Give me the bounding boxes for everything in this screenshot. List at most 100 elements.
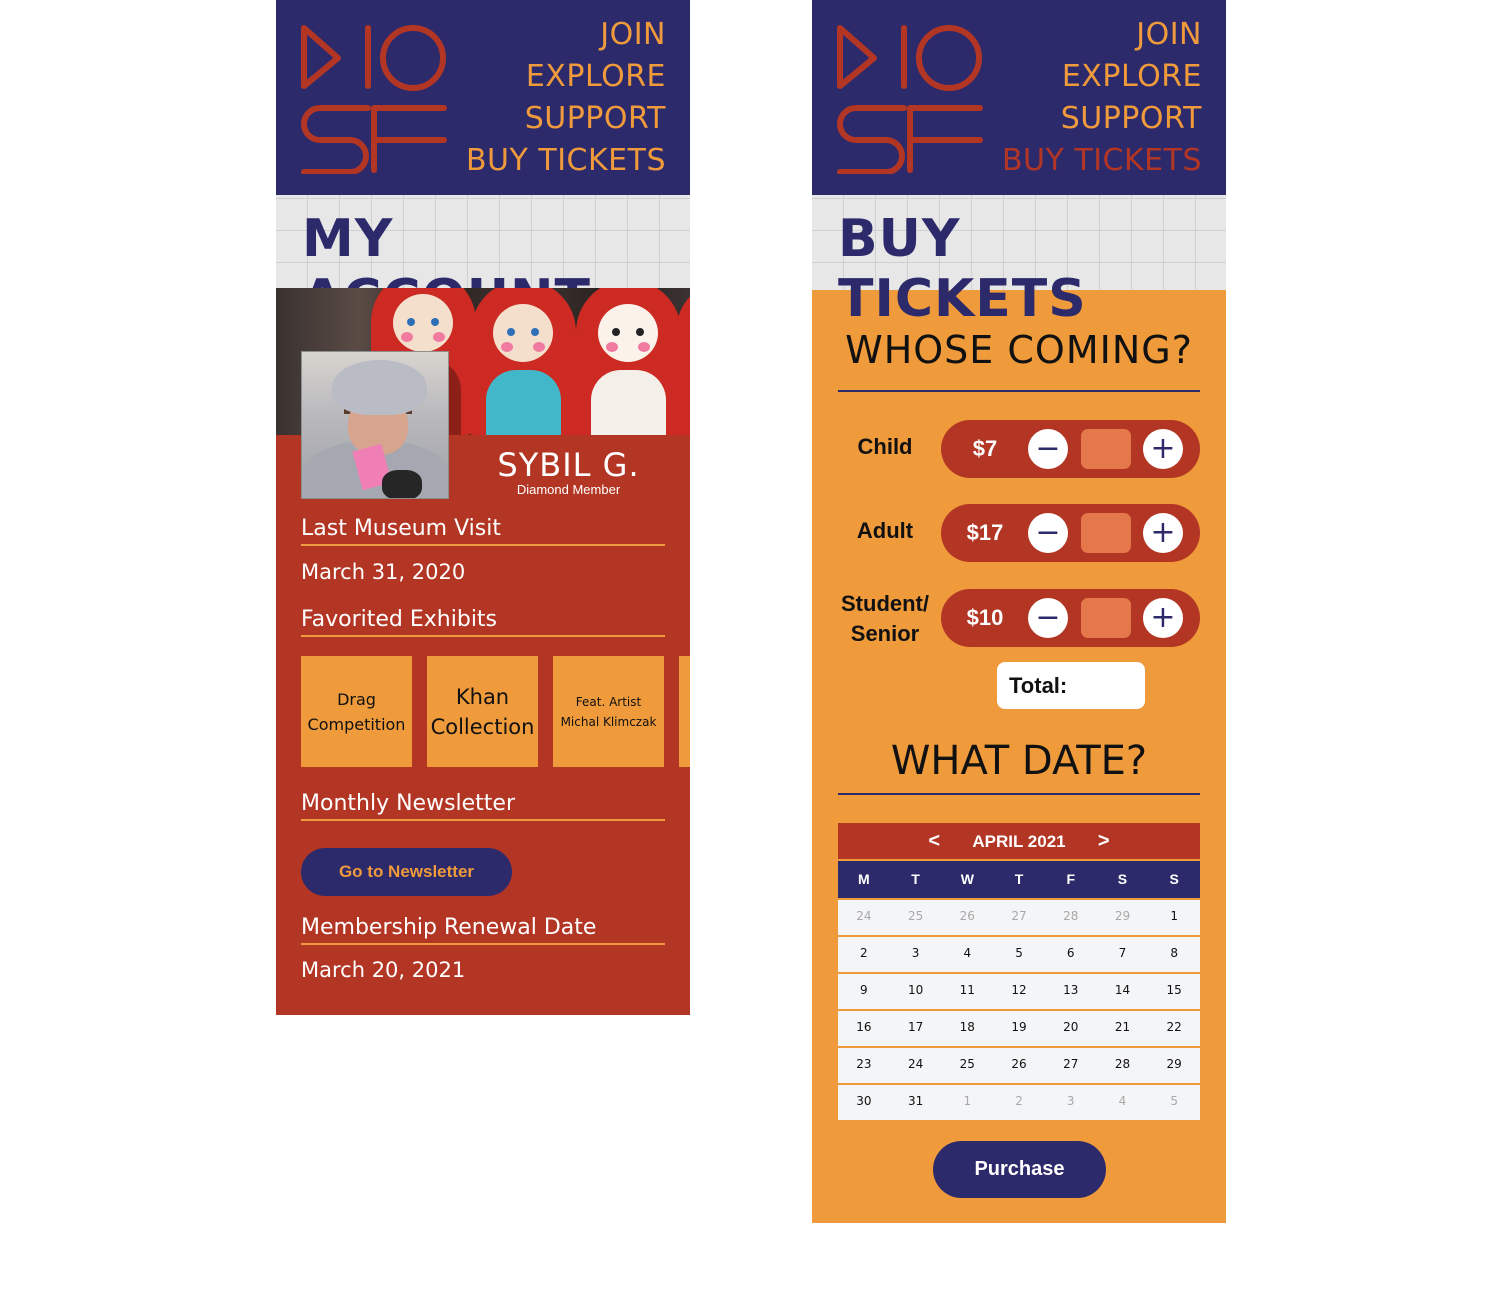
decrement-child-button[interactable]: − — [1028, 429, 1068, 469]
nav-support[interactable]: SUPPORT — [1002, 98, 1202, 140]
calendar-day-outside-month[interactable]: 5 — [1148, 1085, 1200, 1120]
calendar-day[interactable]: 26 — [993, 1048, 1045, 1083]
page-title: BUY TICKETS — [838, 209, 1087, 329]
calendar-day-outside-month[interactable]: 1 — [941, 1085, 993, 1120]
ticket-price: $10 — [966, 605, 1004, 630]
calendar-day[interactable]: 29 — [1148, 1048, 1200, 1083]
calendar-day[interactable]: 19 — [993, 1011, 1045, 1046]
nav-buy-tickets-active[interactable]: BUY TICKETS — [1002, 140, 1202, 182]
title-band: BUY TICKETS — [812, 195, 1226, 329]
exhibit-tile-khan-collection[interactable]: Khan Collection — [427, 656, 538, 767]
calendar-day[interactable]: 15 — [1148, 974, 1200, 1009]
calendar-day[interactable]: 17 — [890, 1011, 942, 1046]
increment-student-senior-button[interactable]: + — [1143, 598, 1183, 638]
increment-child-button[interactable]: + — [1143, 429, 1183, 469]
weekday-header: MTWTFSS — [838, 861, 1200, 898]
calendar-day[interactable]: 16 — [838, 1011, 890, 1046]
ticket-price: $7 — [972, 436, 998, 461]
calendar-grid: 24 25 26 27 28 29 1 2 3 4 5 6 7 8 9 10 11 12 13 14 15 16 17 18 1… — [838, 900, 1200, 1120]
calendar-week-row: 23 24 25 26 27 28 29 — [838, 1048, 1200, 1083]
calendar-day-outside-month[interactable]: 24 — [838, 900, 890, 935]
calendar-day[interactable]: 25 — [941, 1048, 993, 1083]
decrement-adult-button[interactable]: − — [1028, 513, 1068, 553]
calendar-day[interactable]: 8 — [1148, 937, 1200, 972]
exhibit-tile-partial[interactable] — [679, 656, 690, 767]
nav-buy-tickets[interactable]: BUY TICKETS — [466, 140, 666, 182]
calendar-day-outside-month[interactable]: 4 — [1097, 1085, 1149, 1120]
calendar-day[interactable]: 3 — [890, 937, 942, 972]
calendar-day[interactable]: 6 — [1045, 937, 1097, 972]
calendar-day[interactable]: 9 — [838, 974, 890, 1009]
mosf-logo[interactable] — [836, 24, 986, 174]
ticket-price: $17 — [966, 520, 1004, 545]
calendar-day[interactable]: 20 — [1045, 1011, 1097, 1046]
calendar-day-outside-month[interactable]: 25 — [890, 900, 942, 935]
calendar-day[interactable]: 5 — [993, 937, 1045, 972]
calendar-day-outside-month[interactable]: 27 — [993, 900, 1045, 935]
calendar-day[interactable]: 30 — [838, 1085, 890, 1120]
nav-join[interactable]: JOIN — [1002, 14, 1202, 56]
calendar-week-row: 16 17 18 19 20 21 22 — [838, 1011, 1200, 1046]
nav-explore[interactable]: EXPLORE — [1002, 56, 1202, 98]
go-to-newsletter-button[interactable]: Go to Newsletter — [301, 848, 512, 896]
main-nav: JOIN EXPLORE SUPPORT BUY TICKETS — [466, 14, 666, 182]
favorite-exhibits-carousel[interactable]: Drag Competition Khan Collection Feat. Artis… — [301, 656, 690, 767]
calendar-day[interactable]: 2 — [838, 937, 890, 972]
calendar-day-outside-month[interactable]: 28 — [1045, 900, 1097, 935]
site-header: JOIN EXPLORE SUPPORT BUY TICKETS — [276, 0, 690, 195]
exhibit-tile-featured-artist[interactable]: Feat. Artist Michal Klimczak — [553, 656, 664, 767]
favorites-heading: Favorited Exhibits — [301, 607, 665, 637]
ticket-stepper-adult: $17 − + — [941, 504, 1200, 562]
nav-support[interactable]: SUPPORT — [466, 98, 666, 140]
mosf-logo[interactable] — [300, 24, 450, 174]
decrement-student-senior-button[interactable]: − — [1028, 598, 1068, 638]
ticket-stepper-student-senior: $10 − + — [941, 589, 1200, 647]
weekday-label: T — [911, 871, 920, 887]
calendar-day[interactable]: 27 — [1045, 1048, 1097, 1083]
calendar-day[interactable]: 18 — [941, 1011, 993, 1046]
calendar-day[interactable]: 31 — [890, 1085, 942, 1120]
quantity-input-child[interactable] — [1081, 429, 1131, 469]
calendar-day[interactable]: 10 — [890, 974, 942, 1009]
calendar-day-outside-month[interactable]: 29 — [1097, 900, 1149, 935]
calendar-day[interactable]: 24 — [890, 1048, 942, 1083]
weekday-label: T — [1014, 871, 1024, 887]
calendar-day[interactable]: 4 — [941, 937, 993, 972]
calendar-day[interactable]: 14 — [1097, 974, 1149, 1009]
nav-join[interactable]: JOIN — [466, 14, 666, 56]
quantity-input-student-senior[interactable] — [1081, 598, 1131, 638]
quantity-input-adult[interactable] — [1081, 513, 1131, 553]
doll-illustration — [471, 288, 576, 435]
calendar-month: APRIL 2021 — [972, 832, 1066, 851]
calendar-day[interactable]: 23 — [838, 1048, 890, 1083]
calendar-week-row: 2345678 — [838, 937, 1200, 972]
increment-adult-button[interactable]: + — [1143, 513, 1183, 553]
calendar-day[interactable]: 28 — [1097, 1048, 1149, 1083]
exhibit-tile-drag-competition[interactable]: Drag Competition — [301, 656, 412, 767]
calendar-day-outside-month[interactable]: 2 — [993, 1085, 1045, 1120]
main-nav: JOIN EXPLORE SUPPORT BUY TICKETS — [1002, 14, 1202, 182]
weekday-label: M — [858, 871, 870, 887]
whose-coming-heading: WHOSE COMING? — [845, 328, 1193, 372]
calendar-day[interactable]: 12 — [993, 974, 1045, 1009]
calendar-day-outside-month[interactable]: 26 — [941, 900, 993, 935]
last-visit-date: March 31, 2020 — [301, 560, 466, 584]
renewal-date: March 20, 2021 — [301, 958, 466, 982]
total-label: Total: — [1009, 673, 1068, 698]
purchase-button[interactable]: Purchase — [933, 1141, 1106, 1198]
prev-month-chevron-icon[interactable]: < — [914, 823, 954, 859]
calendar-week-row: 9 10 11 12 13 14 15 — [838, 974, 1200, 1009]
next-month-chevron-icon[interactable]: > — [1084, 823, 1124, 859]
calendar-day[interactable]: 21 — [1097, 1011, 1149, 1046]
what-date-heading: WHAT DATE? — [890, 738, 1148, 784]
calendar-day[interactable]: 13 — [1045, 974, 1097, 1009]
calendar-day[interactable]: 22 — [1148, 1011, 1200, 1046]
nav-explore[interactable]: EXPLORE — [466, 56, 666, 98]
ticket-label-child: Child — [857, 434, 913, 459]
calendar-day[interactable]: 7 — [1097, 937, 1149, 972]
calendar-day[interactable]: 11 — [941, 974, 993, 1009]
doll-illustration — [676, 288, 690, 435]
buy-tickets-screen: JOIN EXPLORE SUPPORT BUY TICKETS BUY TIC… — [812, 0, 1226, 1223]
calendar-day[interactable]: 1 — [1148, 900, 1200, 935]
calendar-day-outside-month[interactable]: 3 — [1045, 1085, 1097, 1120]
